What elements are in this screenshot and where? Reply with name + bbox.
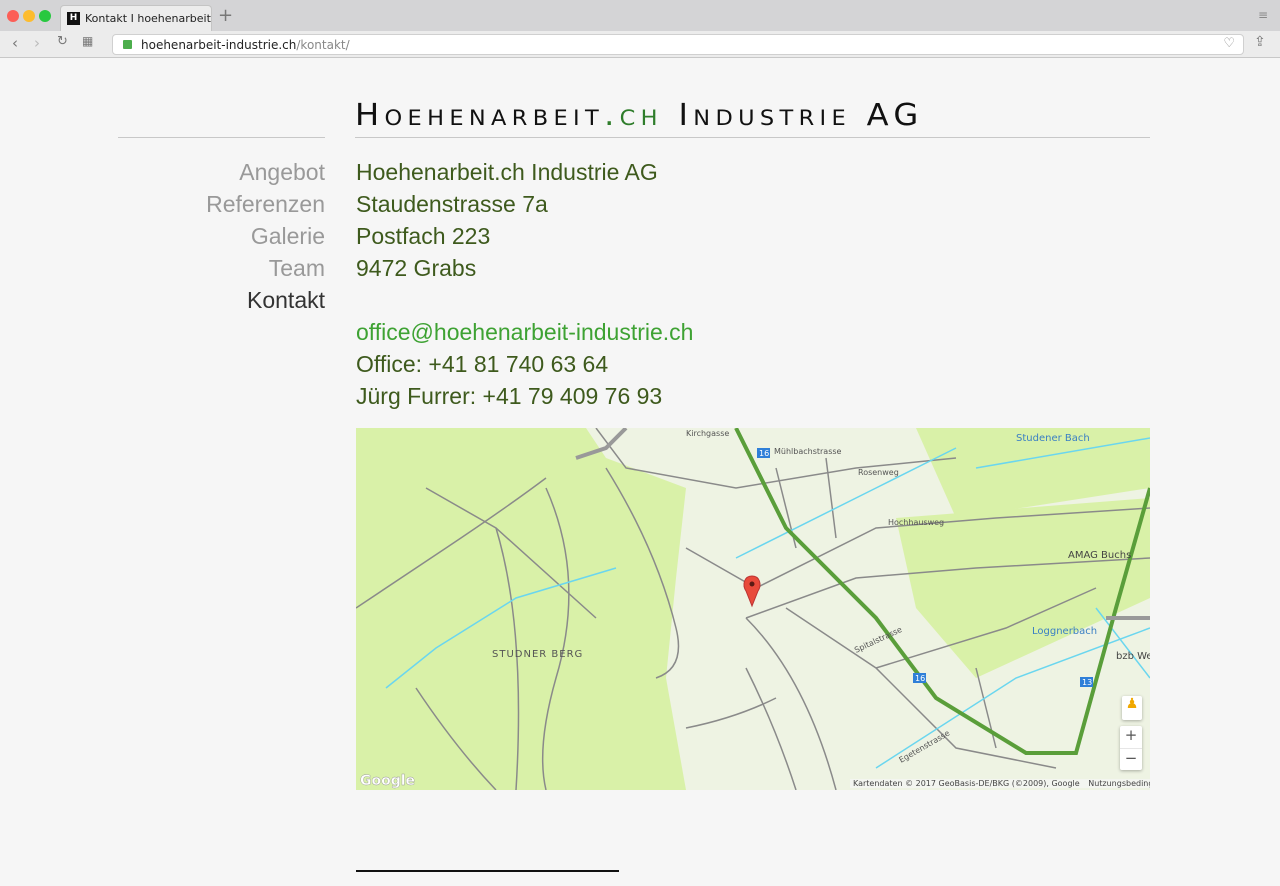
map-label-kirchgasse: Kirchgasse <box>686 429 729 438</box>
mobile-phone: Jürg Furrer: +41 79 409 76 93 <box>356 383 663 409</box>
nav-divider <box>118 137 325 138</box>
back-button[interactable]: ‹ <box>12 34 18 52</box>
map-label-rosenweg: Rosenweg <box>858 468 899 477</box>
nav-galerie[interactable]: Galerie <box>118 220 325 252</box>
po-box: Postfach 223 <box>356 223 491 249</box>
road-number-label: 16 <box>759 449 769 458</box>
street: Staudenstrasse 7a <box>356 191 548 217</box>
email-link[interactable]: office@hoehenarbeit-industrie.ch <box>356 316 693 348</box>
header-divider <box>355 137 1150 138</box>
map-label-amag: AMAG Buchs <box>1068 550 1131 561</box>
main-nav: Angebot Referenzen Galerie Team Kontakt <box>118 156 325 316</box>
nav-referenzen[interactable]: Referenzen <box>118 188 325 220</box>
favicon-icon: H <box>67 12 80 25</box>
pegman-icon[interactable]: ♟ <box>1122 696 1142 720</box>
minimize-window-button[interactable] <box>23 10 35 22</box>
road-number-label-3: 13 <box>1082 678 1092 687</box>
map-attribution: Kartendaten © 2017 GeoBasis-DE/BKG (©200… <box>850 779 1150 788</box>
reload-button[interactable]: ↻ <box>57 34 68 49</box>
nav-angebot[interactable]: Angebot <box>118 156 325 188</box>
road-number-label-2: 16 <box>915 674 925 683</box>
maximize-window-button[interactable] <box>39 10 51 22</box>
google-map[interactable]: 16 16 13 STUDNER BERG Studener Bach AMAG… <box>356 428 1150 790</box>
zoom-control: + − <box>1120 726 1142 770</box>
zoom-in-button[interactable]: + <box>1120 726 1142 748</box>
new-tab-button[interactable]: + <box>218 5 233 26</box>
close-window-button[interactable] <box>7 10 19 22</box>
map-label-muehlbach: Mühlbachstrasse <box>774 447 842 456</box>
site-logo[interactable]: Hoehenarbeit.ch Industrie AG <box>355 98 924 133</box>
google-logo: Google <box>360 773 415 789</box>
forest-area <box>356 428 686 790</box>
terms-link[interactable]: Nutzungsbedingungen <box>1088 779 1150 788</box>
company-name: Hoehenarbeit.ch Industrie AG <box>356 159 658 185</box>
heart-icon[interactable]: ♡ <box>1223 36 1235 51</box>
logo-tld: .ch <box>604 98 663 133</box>
tab-title: Kontakt I hoehenarbeit-industrie <box>85 12 211 25</box>
logo-text: Hoehenarbeit <box>355 98 605 133</box>
map-label-studner-berg: STUDNER BERG <box>492 649 583 660</box>
nav-kontakt[interactable]: Kontakt <box>118 284 325 316</box>
lock-icon <box>123 40 132 49</box>
url-path: /kontakt/ <box>296 38 350 52</box>
url-domain: hoehenarbeit-industrie.ch <box>141 38 297 52</box>
attribution-text: Kartendaten © 2017 GeoBasis-DE/BKG (©200… <box>853 779 1080 788</box>
map-label-bzb: bzb We <box>1116 651 1150 662</box>
nav-team[interactable]: Team <box>118 252 325 284</box>
address-bar[interactable]: hoehenarbeit-industrie.ch/kontakt/ ♡ <box>112 34 1244 55</box>
contact-info: Hoehenarbeit.ch Industrie AG Staudenstra… <box>356 156 693 412</box>
map-label-hochhausweg: Hochhausweg <box>888 518 944 527</box>
location-pin <box>743 575 761 608</box>
map-label-spitalstrasse: Spitalstrasse <box>853 625 903 655</box>
map-canvas[interactable]: 16 16 13 STUDNER BERG Studener Bach AMAG… <box>356 428 1150 790</box>
map-label-egetenstrasse: Egetenstrasse <box>898 728 952 764</box>
map-label-studener-bach: Studener Bach <box>1016 433 1090 444</box>
map-label-loggnerbach: Loggnerbach <box>1032 626 1097 637</box>
zoom-out-button[interactable]: − <box>1120 748 1142 770</box>
browser-tab-bar: H Kontakt I hoehenarbeit-industrie + ≡ <box>0 0 1280 31</box>
city: 9472 Grabs <box>356 255 477 281</box>
forward-button[interactable]: › <box>34 34 40 52</box>
tab-menu-icon[interactable]: ≡ <box>1258 8 1268 22</box>
browser-toolbar: ‹ › ↻ ▦ hoehenarbeit-industrie.ch/kontak… <box>0 31 1280 58</box>
browser-tab[interactable]: H Kontakt I hoehenarbeit-industrie <box>60 5 212 31</box>
tab-overview-icon[interactable]: ▦ <box>82 34 93 48</box>
footer-divider <box>356 870 619 872</box>
office-phone: Office: +41 81 740 63 64 <box>356 351 609 377</box>
logo-suffix: Industrie AG <box>662 98 924 133</box>
share-icon[interactable]: ⇪ <box>1254 34 1266 50</box>
